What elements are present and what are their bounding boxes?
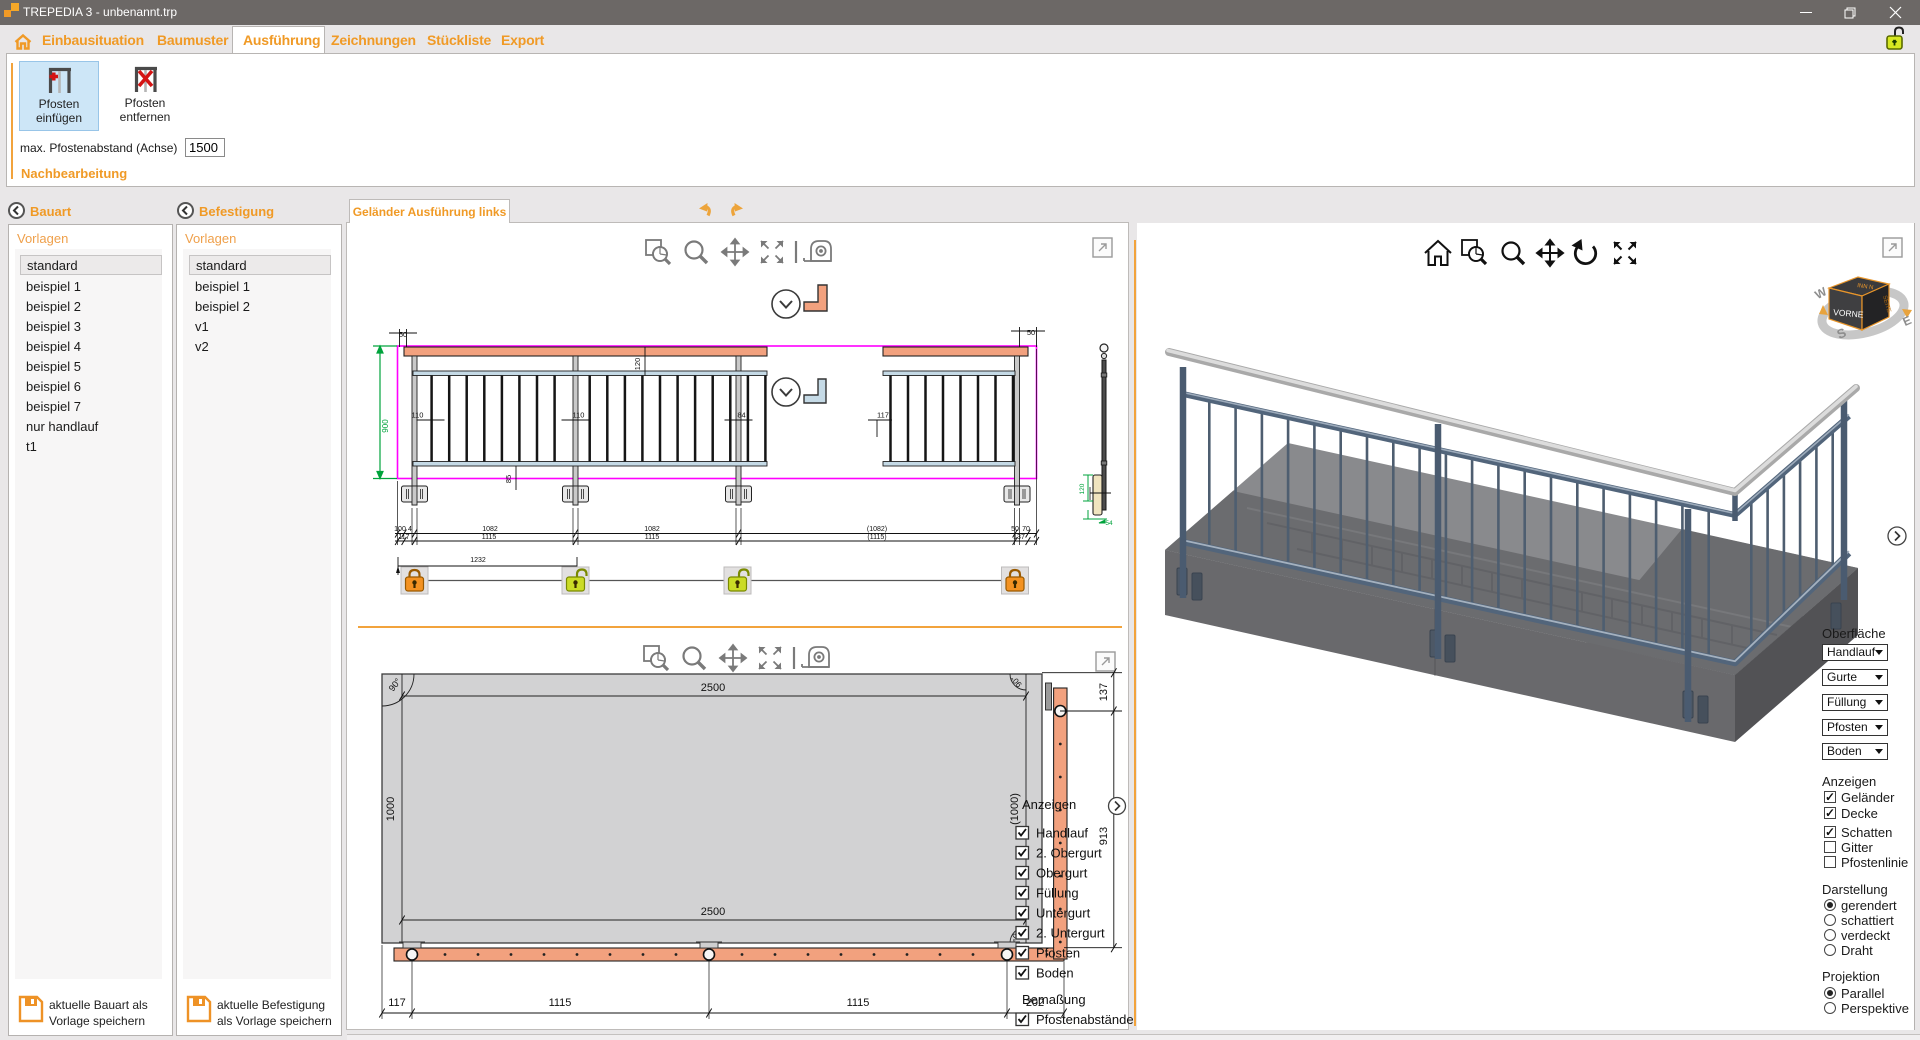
svg-text:1000: 1000 <box>385 797 397 821</box>
svg-text:900: 900 <box>381 419 390 433</box>
svg-text:117: 117 <box>388 997 406 1009</box>
svg-text:913: 913 <box>1098 827 1110 845</box>
svg-text:(1082): (1082) <box>867 526 887 533</box>
svg-text:120: 120 <box>633 358 642 371</box>
svg-text:50: 50 <box>1027 328 1035 337</box>
svg-text:110: 110 <box>573 411 585 420</box>
svg-text:2500: 2500 <box>701 682 725 694</box>
svg-text:W: W <box>1812 284 1829 302</box>
svg-text:2. Untergurt: 2. Untergurt <box>1036 926 1105 941</box>
svg-text:Füllung: Füllung <box>1036 886 1079 901</box>
svg-text:117: 117 <box>398 534 409 541</box>
svg-text:2500: 2500 <box>701 906 725 918</box>
svg-text:117: 117 <box>877 411 889 420</box>
svg-text:1115: 1115 <box>847 997 870 1009</box>
svg-text:85: 85 <box>504 475 513 483</box>
svg-text:50: 50 <box>399 330 407 339</box>
svg-text:E: E <box>1900 313 1913 329</box>
svg-text:Untergurt: Untergurt <box>1036 906 1091 921</box>
svg-text:1232: 1232 <box>470 557 486 564</box>
svg-text:70: 70 <box>1022 526 1030 533</box>
svg-text:1082: 1082 <box>644 526 660 533</box>
svg-text:Anzeigen: Anzeigen <box>1022 797 1076 812</box>
svg-text:1115: 1115 <box>645 534 660 541</box>
svg-text:100: 100 <box>394 526 406 533</box>
svg-text:Handlauf: Handlauf <box>1036 826 1088 841</box>
svg-text:Pfostenabstände: Pfostenabstände <box>1036 1012 1134 1027</box>
svg-text:110: 110 <box>412 411 424 420</box>
svg-text:Boden: Boden <box>1036 966 1074 981</box>
svg-text:4: 4 <box>408 526 412 533</box>
svg-text:137: 137 <box>1013 534 1025 541</box>
svg-text:1115: 1115 <box>482 534 497 541</box>
svg-text:2. Obergurt: 2. Obergurt <box>1036 846 1102 861</box>
svg-text:137: 137 <box>1098 683 1110 701</box>
svg-text:54: 54 <box>1105 520 1113 527</box>
svg-text:Pfosten: Pfosten <box>1036 946 1080 961</box>
svg-text:1115: 1115 <box>549 997 572 1009</box>
svg-text:(1115): (1115) <box>867 534 886 541</box>
svg-text:Obergurt: Obergurt <box>1036 866 1088 881</box>
svg-text:120: 120 <box>1079 483 1086 494</box>
svg-text:1082: 1082 <box>482 526 498 533</box>
svg-text:Bemaßung: Bemaßung <box>1022 992 1086 1007</box>
svg-text:50: 50 <box>1011 526 1019 533</box>
svg-text:(1000): (1000) <box>1009 793 1021 825</box>
svg-text:84: 84 <box>737 411 745 420</box>
